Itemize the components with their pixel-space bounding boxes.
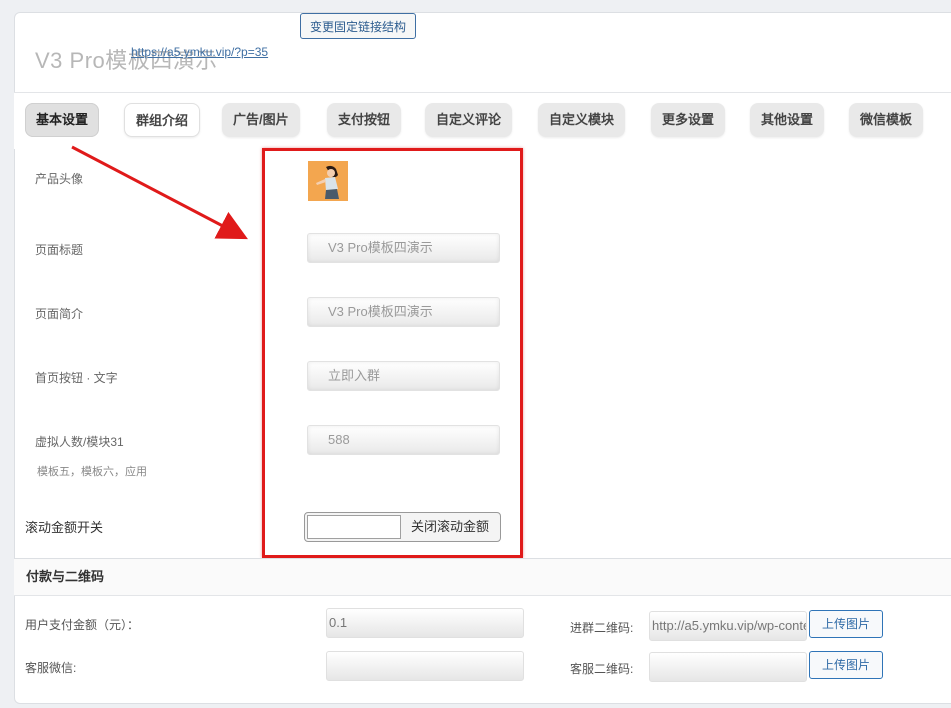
service-qr-input[interactable]: [649, 652, 807, 682]
group-qr-label: 进群二维码:: [570, 621, 634, 635]
payment-amount-label: 用户支付金额（元）：: [25, 618, 140, 632]
upload-service-qr-button[interactable]: 上传图片: [809, 651, 883, 679]
payment-section-header: 付款与二维码: [14, 558, 951, 596]
service-wechat-label: 客服微信:: [25, 661, 77, 675]
payment-section-title: 付款与二维码: [26, 569, 105, 584]
annotation-arrow: [71, 145, 248, 240]
upload-group-qr-button[interactable]: 上传图片: [809, 610, 883, 638]
service-wechat-input[interactable]: [326, 651, 524, 681]
payment-amount-input[interactable]: 0.1: [326, 608, 524, 638]
group-qr-input[interactable]: http://a5.ymku.vip/wp-content: [649, 611, 807, 641]
service-qr-label: 客服二维码:: [570, 662, 634, 676]
